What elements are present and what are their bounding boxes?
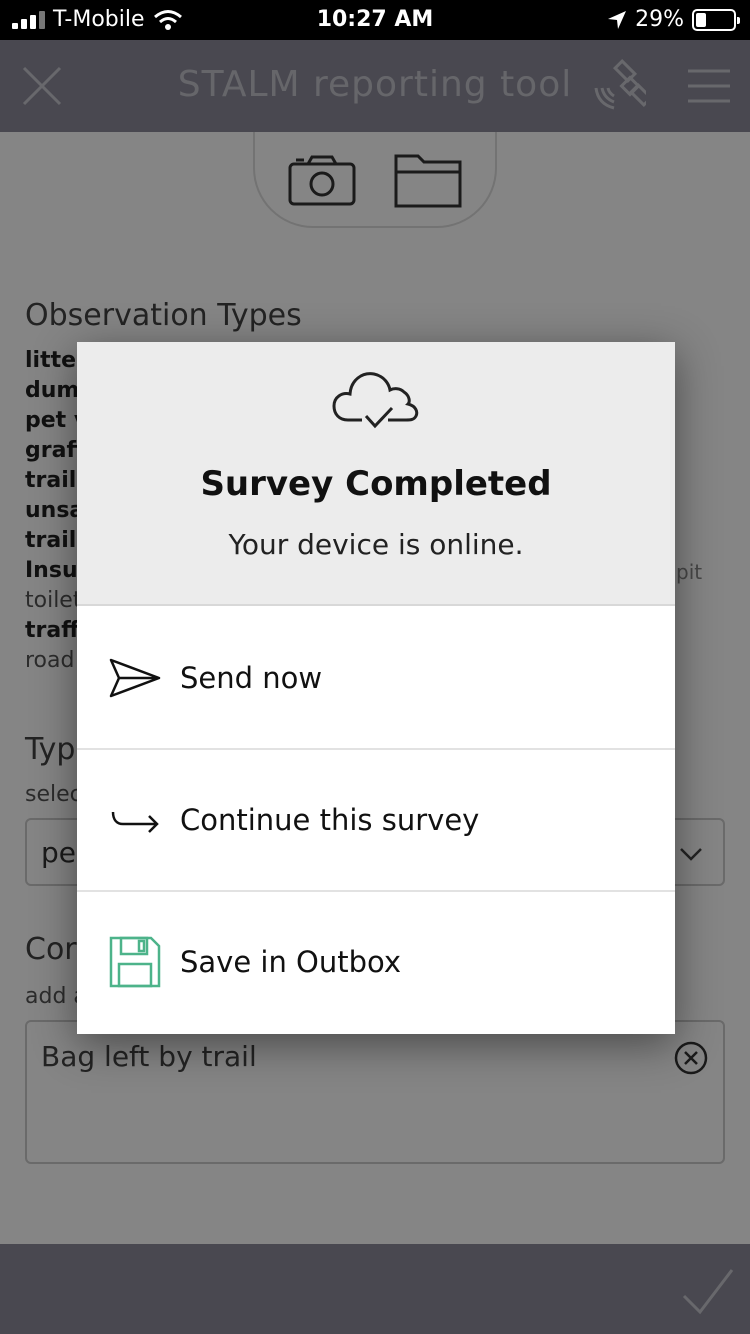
send-now-button[interactable]: Send now xyxy=(77,608,675,750)
battery-icon xyxy=(692,8,740,31)
send-now-label: Send now xyxy=(180,661,323,695)
survey-completed-dialog: Survey Completed Your device is online. … xyxy=(77,342,675,1034)
continue-survey-label: Continue this survey xyxy=(180,803,480,837)
dialog-subtitle: Your device is online. xyxy=(228,528,524,561)
save-icon xyxy=(109,936,161,988)
status-right: 29% xyxy=(607,7,740,32)
dialog-title: Survey Completed xyxy=(200,464,552,504)
location-arrow-icon xyxy=(608,10,627,29)
battery-percent: 29% xyxy=(635,7,684,32)
save-outbox-button[interactable]: Save in Outbox xyxy=(77,892,675,1034)
continue-survey-button[interactable]: Continue this survey xyxy=(77,750,675,892)
dialog-header: Survey Completed Your device is online. xyxy=(77,342,675,606)
continue-arrow-icon xyxy=(111,811,159,833)
cloud-check-icon xyxy=(332,372,419,429)
send-icon xyxy=(109,658,161,698)
status-bar: T-Mobile 10:27 AM 29% xyxy=(0,0,750,40)
save-outbox-label: Save in Outbox xyxy=(180,945,402,979)
